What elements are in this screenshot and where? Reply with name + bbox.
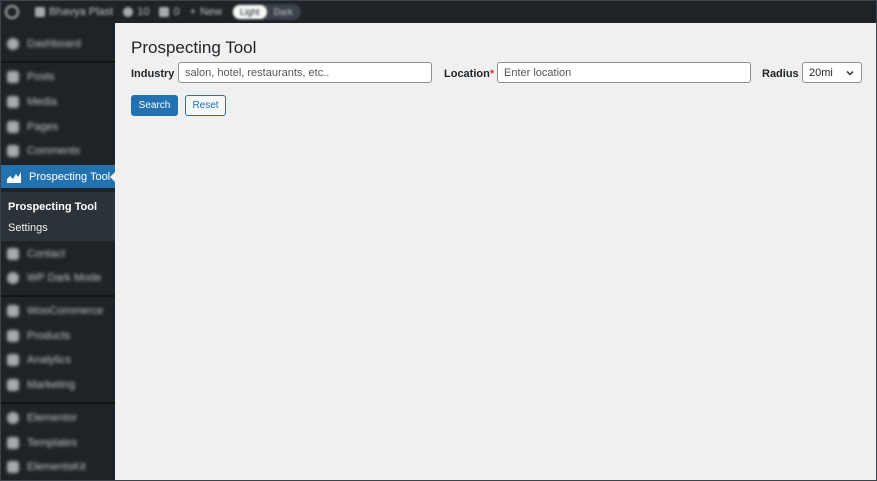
sidebar-item-label: WP Dark Mode bbox=[27, 272, 102, 284]
wp-logo-menu[interactable] bbox=[5, 5, 19, 19]
light-mode-option[interactable]: Light bbox=[233, 5, 267, 19]
sidebar-item-label: WooCommerce bbox=[27, 305, 104, 317]
sidebar-item-elementskit[interactable]: ElementsKit bbox=[1, 456, 115, 478]
sidebar-item-label: Media bbox=[27, 96, 57, 108]
mail-icon bbox=[7, 248, 19, 260]
new-label: New bbox=[200, 6, 223, 18]
sidebar-item-dashboard[interactable]: Dashboard bbox=[1, 33, 115, 55]
sidebar-item-label: Templates bbox=[27, 437, 78, 449]
radius-selected-value: 20mi bbox=[809, 66, 833, 79]
sidebar-item-wp-dark-mode[interactable]: WP Dark Mode bbox=[1, 267, 115, 289]
sidebar-item-label: Elementor bbox=[27, 412, 78, 424]
sidebar-item-analytics[interactable]: Analytics bbox=[1, 349, 115, 371]
search-button[interactable]: Search bbox=[131, 95, 178, 116]
radius-label: Radius bbox=[762, 68, 799, 80]
required-marker: * bbox=[489, 68, 495, 80]
comments-count: 0 bbox=[173, 6, 180, 18]
sidebar-item-label: Analytics bbox=[27, 354, 72, 366]
megaphone-icon bbox=[7, 379, 19, 391]
sidebar-item-label: Prospecting Tool bbox=[29, 170, 111, 183]
folder-icon bbox=[7, 437, 19, 449]
sidebar-item-marketing[interactable]: Marketing bbox=[1, 374, 115, 396]
sidebar-item-label: Products bbox=[27, 330, 71, 342]
dashboard-icon bbox=[7, 38, 19, 50]
box-icon bbox=[7, 330, 19, 342]
radius-select[interactable]: 20mi bbox=[802, 62, 862, 83]
analytics-icon bbox=[7, 354, 19, 366]
location-input[interactable] bbox=[497, 62, 751, 83]
new-content-link[interactable]: + New bbox=[190, 6, 222, 18]
industry-label: Industry bbox=[131, 68, 175, 80]
wordpress-logo-icon bbox=[5, 5, 19, 19]
sidebar-item-woocommerce[interactable]: WooCommerce bbox=[1, 300, 115, 322]
sidebar-item-label: Dashboard bbox=[27, 38, 81, 50]
moon-icon bbox=[7, 272, 19, 284]
home-icon bbox=[35, 7, 45, 17]
comment-bubble-icon bbox=[159, 7, 170, 17]
sidebar-item-products[interactable]: Products bbox=[1, 325, 115, 347]
media-icon bbox=[7, 96, 19, 108]
admin-bar: Bhavya Plast 10 0 + New Light Dark bbox=[1, 1, 876, 23]
sidebar-separator bbox=[1, 61, 115, 63]
updates-count: 10 bbox=[137, 6, 150, 18]
page-title: Prospecting Tool bbox=[131, 38, 257, 57]
elementor-icon bbox=[7, 412, 19, 424]
sidebar-separator bbox=[1, 402, 115, 404]
updates-icon bbox=[123, 7, 134, 17]
sidebar-item-prospecting-tool[interactable]: Prospecting Tool bbox=[1, 165, 116, 188]
page-icon bbox=[7, 121, 19, 133]
dark-mode-option[interactable]: Dark bbox=[267, 5, 300, 19]
sidebar-item-contact[interactable]: Contact bbox=[1, 243, 115, 265]
submenu-item-settings[interactable]: Settings bbox=[1, 218, 115, 239]
sidebar-item-pages[interactable]: Pages bbox=[1, 116, 115, 138]
location-label-text: Location bbox=[444, 68, 490, 80]
site-name-label: Bhavya Plast bbox=[49, 6, 114, 18]
sidebar-item-elementor[interactable]: Elementor bbox=[1, 407, 115, 429]
location-label: Location* bbox=[444, 68, 494, 80]
sidebar-item-media[interactable]: Media bbox=[1, 91, 115, 113]
industry-input[interactable] bbox=[178, 62, 432, 83]
sidebar-item-comments[interactable]: Comments bbox=[1, 140, 115, 162]
sidebar-item-label: ElementsKit bbox=[27, 461, 86, 473]
dark-mode-toggle[interactable]: Light Dark bbox=[232, 4, 301, 20]
admin-frame: Bhavya Plast 10 0 + New Light Dark Dashb… bbox=[0, 0, 877, 481]
admin-sidebar: Dashboard Posts Media Pages Comments Pro… bbox=[1, 23, 116, 480]
woo-icon bbox=[7, 305, 19, 317]
site-name-link[interactable]: Bhavya Plast bbox=[35, 6, 113, 18]
sidebar-item-posts[interactable]: Posts bbox=[1, 66, 115, 88]
comment-icon bbox=[7, 145, 19, 157]
plus-icon: + bbox=[189, 6, 197, 18]
sidebar-item-label: Comments bbox=[27, 145, 81, 157]
chevron-down-icon bbox=[846, 70, 854, 75]
submenu-item-prospecting-tool[interactable]: Prospecting Tool bbox=[1, 197, 115, 218]
sidebar-separator bbox=[1, 295, 115, 297]
sidebar-item-label: Posts bbox=[27, 71, 55, 83]
kit-icon bbox=[7, 461, 19, 473]
sidebar-item-label: Contact bbox=[27, 248, 65, 260]
sidebar-item-label: Marketing bbox=[27, 379, 76, 391]
comments-link[interactable]: 0 bbox=[159, 6, 180, 18]
sidebar-item-label: Pages bbox=[27, 121, 59, 133]
reset-button[interactable]: Reset bbox=[185, 95, 226, 116]
updates-link[interactable]: 10 bbox=[123, 6, 149, 18]
pin-icon bbox=[7, 71, 19, 83]
sidebar-item-templates[interactable]: Templates bbox=[1, 432, 115, 454]
current-indicator bbox=[110, 171, 116, 183]
chart-icon bbox=[7, 171, 21, 183]
prospecting-submenu: Prospecting Tool Settings bbox=[1, 192, 115, 241]
